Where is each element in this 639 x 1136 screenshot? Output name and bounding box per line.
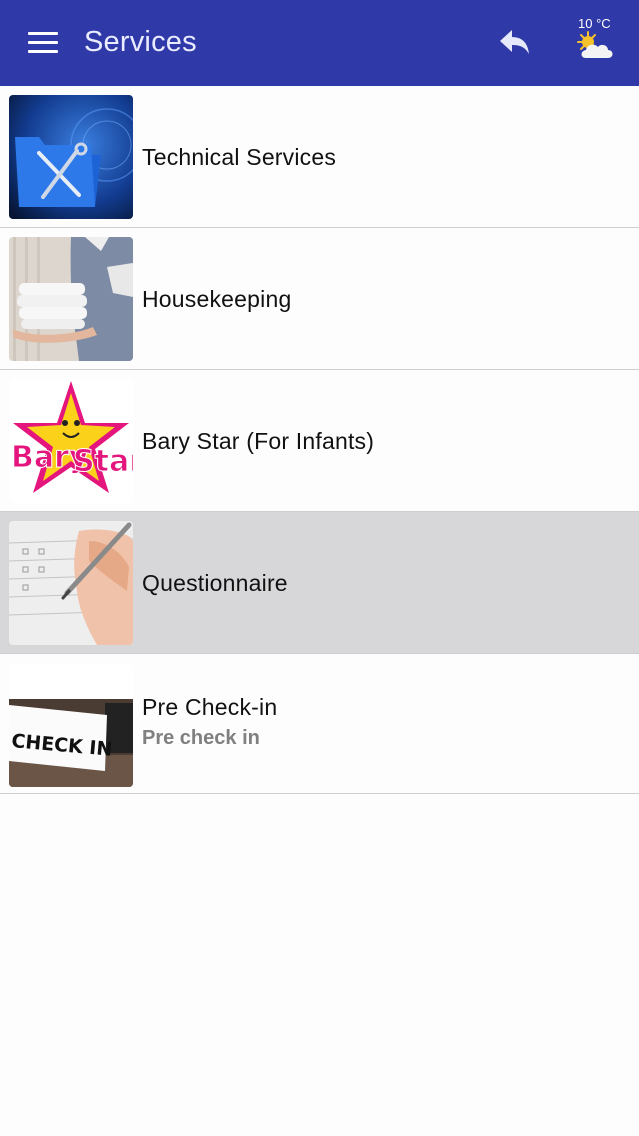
page-title: Services <box>84 26 197 58</box>
list-item-technical-services[interactable]: Technical Services <box>0 86 639 228</box>
list-item-bary-star[interactable]: Bary Star Bary Star (For Infants) <box>0 370 639 512</box>
technical-services-image <box>9 95 133 219</box>
bary-star-logo-image: Bary Star <box>9 379 133 503</box>
hamburger-icon[interactable] <box>28 30 58 54</box>
list-item-subtitle: Pre check in <box>142 727 260 749</box>
weather-widget: 10 °C <box>570 16 620 66</box>
services-list: Technical Services Housekeeping Bary Sta… <box>0 86 639 794</box>
list-item-pre-check-in[interactable]: CHECK IN Pre Check-in Pre check in <box>0 654 639 794</box>
list-item-title: Pre Check-in <box>142 694 278 720</box>
list-item-title: Technical Services <box>142 144 337 170</box>
list-item-title: Housekeeping <box>142 286 292 312</box>
logo-text-star: Star <box>73 444 133 479</box>
list-item-title: Bary Star (For Infants) <box>142 428 375 454</box>
list-item-questionnaire[interactable]: Questionnaire <box>0 512 639 654</box>
partly-cloudy-icon <box>574 30 616 62</box>
questionnaire-image <box>9 521 133 645</box>
list-item-title: Questionnaire <box>142 570 288 596</box>
list-item-housekeeping[interactable]: Housekeeping <box>0 228 639 370</box>
weather-temperature: 10 °C <box>578 16 611 31</box>
housekeeping-image <box>9 237 133 361</box>
check-in-image: CHECK IN <box>9 663 133 787</box>
reply-arrow-icon[interactable] <box>498 28 532 58</box>
app-bar: Services 10 °C <box>0 0 639 86</box>
